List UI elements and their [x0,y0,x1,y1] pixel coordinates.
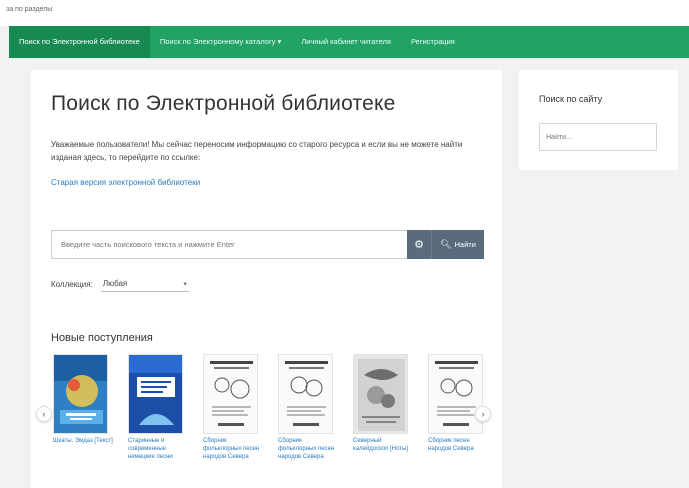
nav-item-catalog-search[interactable]: Поиск по Электронному каталогу ▾ [150,26,291,58]
nav-item-registration[interactable]: Регистрация [401,26,465,58]
top-strip: за по разделы [0,0,689,26]
book-card[interactable]: Сборник фольклорных песен народов Севера [278,354,340,461]
page-title: Поиск по Электронной библиотеке [51,92,396,115]
search-icon: 🔍︎ [440,239,452,249]
book-title[interactable]: Сборник фольклорных песен народов Севера [203,437,265,461]
main-navbar: Поиск по Электронной библиотеке Поиск по… [9,26,689,58]
book-cover[interactable] [128,354,183,434]
nav-item-reader-account[interactable]: Личный кабинет читателя [291,26,401,58]
search-settings-button[interactable]: ⚙ [407,230,431,259]
chevron-right-icon: › [481,409,485,419]
book-cover[interactable] [53,354,108,434]
collection-label: Коллекция: [51,279,93,289]
collection-value: Любая [102,279,128,288]
carousel-prev-button[interactable]: ‹ [36,406,52,422]
carousel-next-button[interactable]: › [475,406,491,422]
collection-filter: Коллекция: Любая ▾ [51,276,189,292]
top-strip-text: за по разделы [6,6,53,13]
gear-icon: ⚙ [414,239,424,251]
book-cover[interactable] [278,354,333,434]
collection-select[interactable]: Любая ▾ [100,276,189,292]
book-title[interactable]: Шкаты. Эмдаз [Текст] [53,437,115,445]
chevron-down-icon: ▾ [183,280,187,288]
book-title[interactable]: Старинные и современные немецкие песни [128,437,190,461]
book-title[interactable]: Северный калейдоскоп [Ноты] [353,437,415,453]
book-card[interactable]: Сборник песен народов Севера [428,354,490,453]
sidebar-title: Поиск по сайту [539,94,603,104]
search-input[interactable] [51,230,407,259]
search-bar: ⚙ 🔍︎ Найти [51,230,484,259]
book-cover[interactable] [428,354,483,434]
book-card[interactable]: Северный калейдоскоп [Ноты] [353,354,415,453]
search-button[interactable]: 🔍︎ Найти [431,230,484,259]
sidebar-search-panel: Поиск по сайту [519,70,678,170]
search-button-label: Найти [454,240,476,249]
book-cover[interactable] [353,354,408,434]
book-title[interactable]: Сборник фольклорных песен народов Севера [278,437,340,461]
new-arrivals-carousel: ‹ Шкаты. Эмдаз [Текст] Старинные и совре… [36,354,493,484]
new-arrivals-heading: Новые поступления [51,332,153,344]
site-search-input[interactable] [539,123,657,151]
book-title[interactable]: Сборник песен народов Севера [428,437,490,453]
nav-item-library-search[interactable]: Поиск по Электронной библиотеке [9,26,150,58]
book-card[interactable]: Старинные и современные немецкие песни [128,354,190,461]
notice-text: Уважаемые пользователи! Мы сейчас перено… [51,140,463,162]
chevron-left-icon: ‹ [42,409,46,419]
book-card[interactable]: Шкаты. Эмдаз [Текст] [53,354,115,445]
book-card[interactable]: Сборник фольклорных песен народов Севера [203,354,265,461]
old-version-link[interactable]: Старая версия электронной библиотеки [51,178,200,187]
main-content: Поиск по Электронной библиотеке Уважаемы… [31,70,502,488]
book-cover[interactable] [203,354,258,434]
